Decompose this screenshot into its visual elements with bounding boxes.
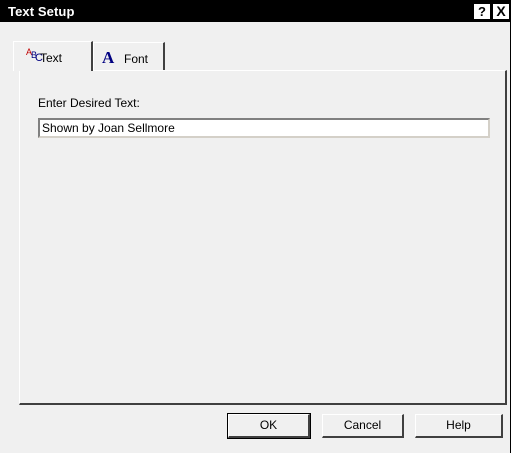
abc-icon: ABC — [26, 47, 43, 64]
cancel-button[interactable]: Cancel — [322, 414, 404, 438]
help-title-button[interactable]: ? — [474, 4, 490, 19]
window-title: Text Setup — [8, 4, 75, 19]
font-icon: A — [102, 48, 115, 67]
tab-font[interactable]: A Font — [93, 42, 165, 70]
text-setup-dialog: Text Setup ? X ABC Text A Font Enter Des… — [0, 0, 511, 453]
tab-text[interactable]: ABC Text — [13, 41, 93, 71]
close-button[interactable]: X — [493, 4, 509, 19]
ok-button[interactable]: OK — [227, 413, 311, 439]
title-bar[interactable]: Text Setup ? X — [0, 0, 511, 22]
help-button[interactable]: Help — [415, 414, 503, 438]
desired-text-label: Enter Desired Text: — [38, 96, 140, 110]
tab-font-label: Font — [124, 52, 149, 66]
tab-text-label: Text — [40, 51, 63, 65]
desired-text-input[interactable] — [38, 118, 490, 138]
